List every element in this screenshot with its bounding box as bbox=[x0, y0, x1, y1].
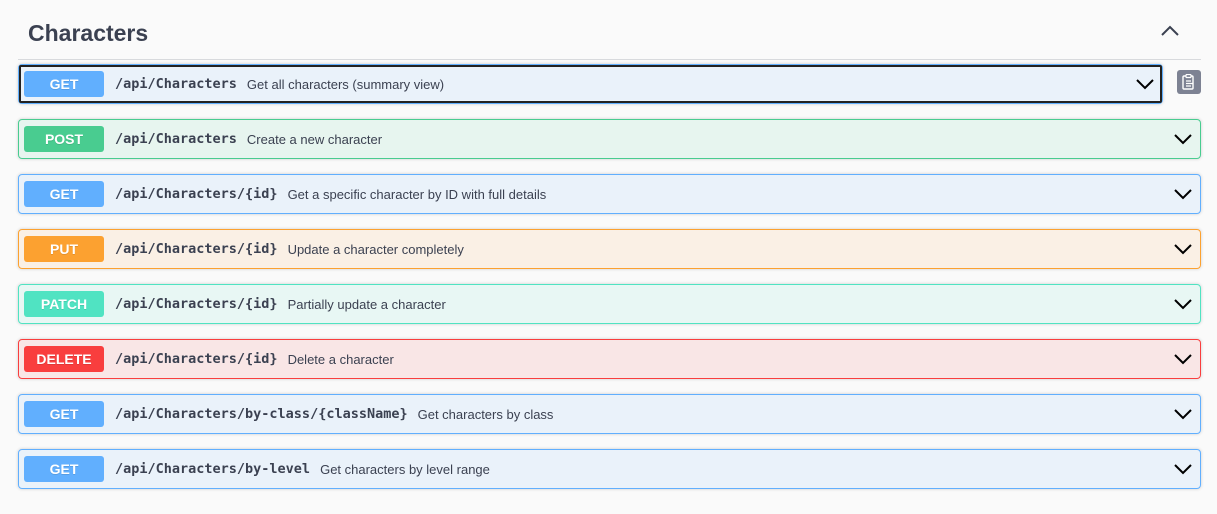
operation-get-character-by-id[interactable]: GET /api/Characters/{id} Get a specific … bbox=[18, 174, 1201, 214]
operation-description: Update a character completely bbox=[287, 241, 464, 257]
operation-path: /api/Characters/{id} bbox=[115, 186, 278, 202]
operations-list: GET /api/Characters Get all characters (… bbox=[18, 64, 1201, 489]
operation-put-character[interactable]: PUT /api/Characters/{id} Update a charac… bbox=[18, 229, 1201, 269]
method-badge: PATCH bbox=[24, 291, 104, 317]
chevron-down-icon[interactable] bbox=[1174, 297, 1192, 311]
operation-summary[interactable]: POST /api/Characters Create a new charac… bbox=[19, 120, 1200, 158]
operation-path: /api/Characters bbox=[115, 131, 237, 147]
characters-section: Characters GET /api/Characters Get all c… bbox=[18, 0, 1201, 489]
operation-summary[interactable]: GET /api/Characters/{id} Get a specific … bbox=[19, 175, 1200, 213]
operation-description: Create a new character bbox=[246, 131, 383, 147]
operation-description: Get a specific character by ID with full… bbox=[287, 186, 547, 202]
operation-patch-character[interactable]: PATCH /api/Characters/{id} Partially upd… bbox=[18, 284, 1201, 324]
operation-description: Get characters by level range bbox=[320, 461, 490, 477]
operation-summary[interactable]: DELETE /api/Characters/{id} Delete a cha… bbox=[19, 340, 1200, 378]
method-badge: GET bbox=[24, 181, 104, 207]
chevron-down-icon[interactable] bbox=[1174, 187, 1192, 201]
operation-get-characters-by-level[interactable]: GET /api/Characters/by-level Get charact… bbox=[18, 449, 1201, 489]
section-title: Characters bbox=[28, 20, 149, 46]
operation-summary[interactable]: GET /api/Characters Get all characters (… bbox=[19, 65, 1162, 103]
method-badge: DELETE bbox=[24, 346, 104, 372]
operation-description: Get all characters (summary view) bbox=[246, 76, 445, 92]
method-badge: GET bbox=[24, 71, 104, 97]
chevron-up-icon[interactable] bbox=[1159, 22, 1181, 40]
method-badge: PUT bbox=[24, 236, 104, 262]
operation-get-characters[interactable]: GET /api/Characters Get all characters (… bbox=[18, 64, 1201, 104]
operation-path: /api/Characters/{id} bbox=[115, 241, 278, 257]
operation-post-characters[interactable]: POST /api/Characters Create a new charac… bbox=[18, 119, 1201, 159]
chevron-down-icon[interactable] bbox=[1174, 242, 1192, 256]
chevron-down-icon[interactable] bbox=[1174, 132, 1192, 146]
section-header[interactable]: Characters bbox=[18, 0, 1201, 60]
operation-path: /api/Characters/{id} bbox=[115, 351, 278, 367]
chevron-down-icon[interactable] bbox=[1136, 77, 1154, 91]
operation-summary[interactable]: PATCH /api/Characters/{id} Partially upd… bbox=[19, 285, 1200, 323]
method-badge: GET bbox=[24, 401, 104, 427]
operation-summary[interactable]: GET /api/Characters/by-class/{className}… bbox=[19, 395, 1200, 433]
clipboard-copy-icon[interactable] bbox=[1177, 70, 1201, 94]
chevron-down-icon[interactable] bbox=[1174, 407, 1192, 421]
operation-description: Get characters by class bbox=[417, 406, 554, 422]
chevron-down-icon[interactable] bbox=[1174, 462, 1192, 476]
operation-path: /api/Characters/by-class/{className} bbox=[115, 406, 408, 422]
operation-description: Delete a character bbox=[287, 351, 394, 367]
operation-path: /api/Characters bbox=[115, 76, 237, 92]
operation-delete-character[interactable]: DELETE /api/Characters/{id} Delete a cha… bbox=[18, 339, 1201, 379]
operation-path: /api/Characters/{id} bbox=[115, 296, 278, 312]
operation-get-characters-by-class[interactable]: GET /api/Characters/by-class/{className}… bbox=[18, 394, 1201, 434]
operation-description: Partially update a character bbox=[287, 296, 446, 312]
chevron-down-icon[interactable] bbox=[1174, 352, 1192, 366]
method-badge: GET bbox=[24, 456, 104, 482]
operation-summary[interactable]: PUT /api/Characters/{id} Update a charac… bbox=[19, 230, 1200, 268]
method-badge: POST bbox=[24, 126, 104, 152]
operation-path: /api/Characters/by-level bbox=[115, 461, 311, 477]
operation-summary[interactable]: GET /api/Characters/by-level Get charact… bbox=[19, 450, 1200, 488]
